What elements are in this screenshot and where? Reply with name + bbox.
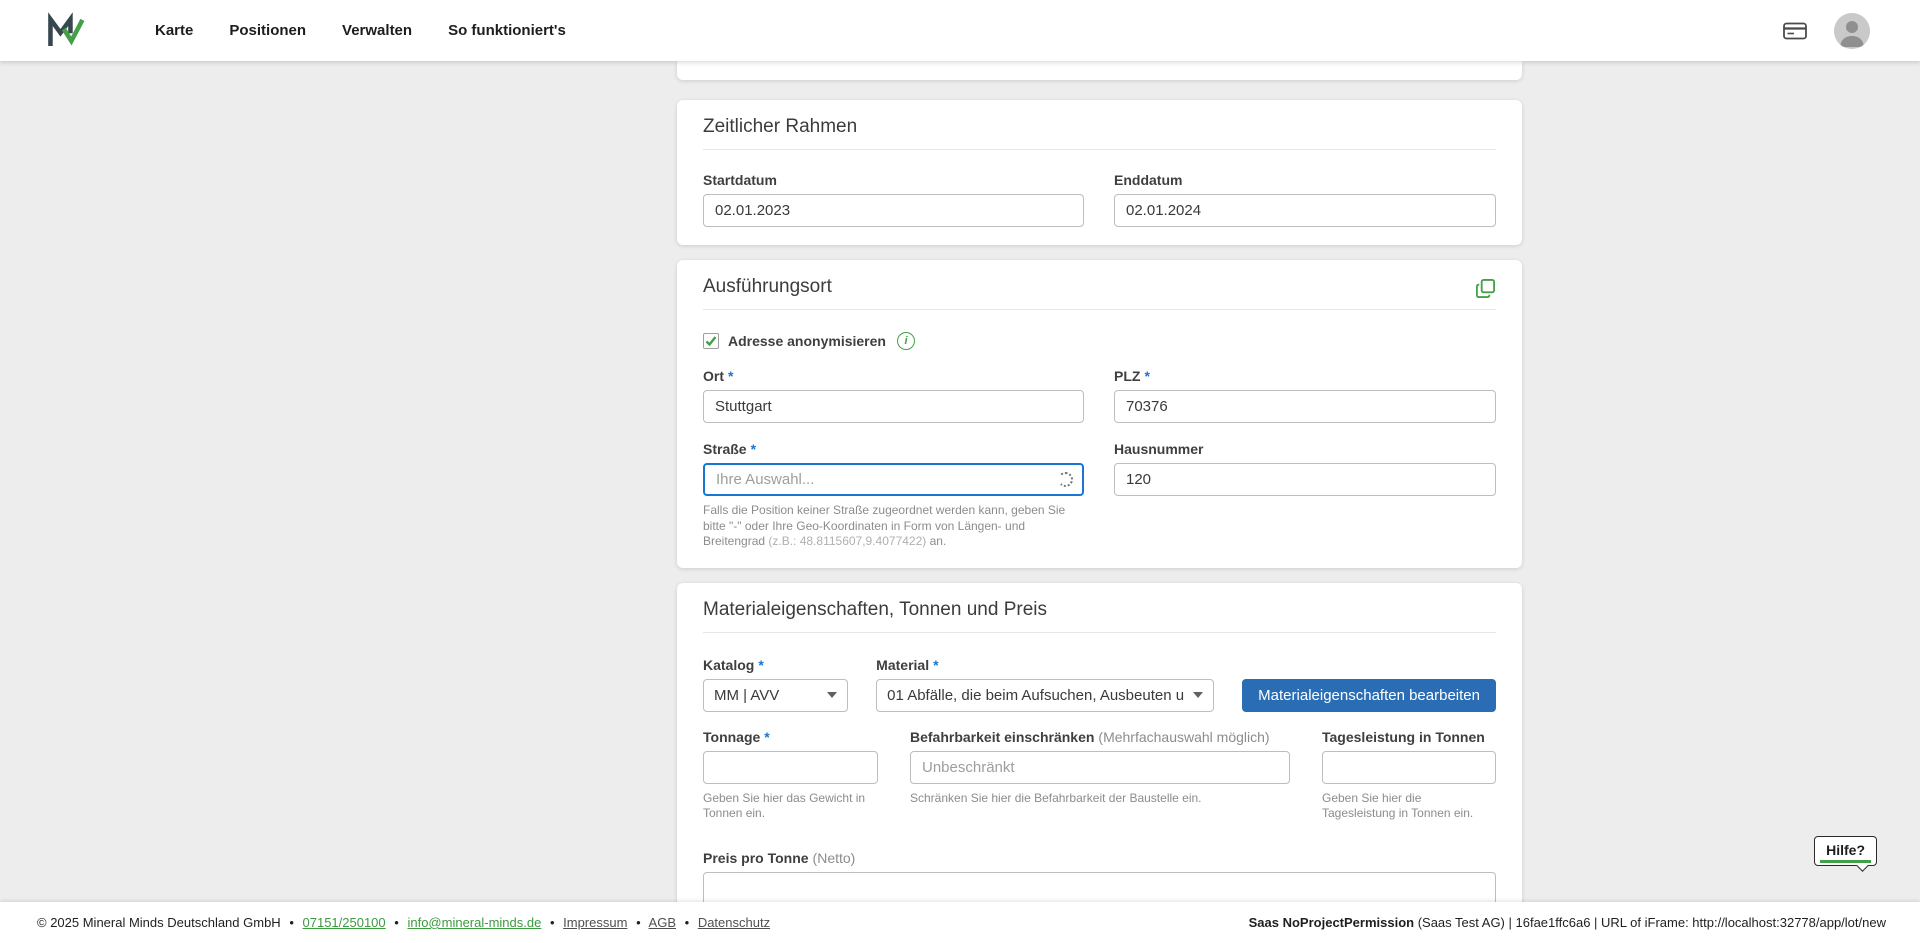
tonnage-label: Tonnage* bbox=[703, 729, 878, 746]
required-mark: * bbox=[1144, 368, 1149, 384]
hausnummer-input[interactable] bbox=[1114, 463, 1496, 496]
anonymize-checkbox[interactable] bbox=[703, 333, 719, 349]
strasse-hint: Falls die Position keiner Straße zugeord… bbox=[703, 503, 1075, 550]
enddatum-input[interactable] bbox=[1114, 194, 1496, 227]
main-navigation: Karte Positionen Verwalten So funktionie… bbox=[155, 22, 566, 39]
befahrbarkeit-label: Befahrbarkeit einschränken(Mehrfachauswa… bbox=[910, 729, 1290, 746]
billing-card-icon[interactable] bbox=[1782, 20, 1808, 42]
startdatum-input[interactable] bbox=[703, 194, 1084, 227]
ort-label: Ort* bbox=[703, 368, 1084, 385]
loading-spinner-icon bbox=[1058, 472, 1073, 487]
top-navbar: Karte Positionen Verwalten So funktionie… bbox=[0, 0, 1920, 61]
strasse-input-shell bbox=[703, 463, 1084, 496]
katalog-select[interactable]: MM | AVV bbox=[703, 679, 848, 712]
startdatum-field: Startdatum bbox=[703, 172, 1084, 227]
required-mark: * bbox=[751, 441, 756, 457]
plz-field: PLZ* bbox=[1114, 368, 1496, 423]
preis-field: Preis pro Tonne(Netto) bbox=[703, 850, 1496, 902]
chevron-down-icon bbox=[827, 692, 837, 698]
anonymize-label[interactable]: Adresse anonymisieren bbox=[728, 333, 886, 349]
footer-agb-link[interactable]: AGB bbox=[649, 915, 676, 930]
check-icon bbox=[705, 335, 717, 347]
anonymize-row: Adresse anonymisieren i bbox=[703, 332, 1496, 350]
nav-item-verwalten[interactable]: Verwalten bbox=[342, 22, 412, 39]
tagesleistung-field: Tagesleistung in Tonnen Geben Sie hier d… bbox=[1322, 729, 1496, 822]
preis-input[interactable] bbox=[703, 872, 1496, 902]
tagesleistung-input[interactable] bbox=[1322, 751, 1496, 784]
footer-left: © 2025 Mineral Minds Deutschland GmbH • … bbox=[37, 915, 770, 930]
required-mark: * bbox=[933, 657, 938, 673]
plz-input[interactable] bbox=[1114, 390, 1496, 423]
material-row-2: Tonnage* Geben Sie hier das Gewicht in T… bbox=[703, 729, 1496, 822]
footer-phone-link[interactable]: 07151/250100 bbox=[303, 915, 386, 930]
card-zeitlicher-rahmen: Zeitlicher Rahmen Startdatum Enddatum bbox=[677, 100, 1522, 245]
befahrbarkeit-field: Befahrbarkeit einschränken(Mehrfachauswa… bbox=[910, 729, 1290, 822]
befahrbarkeit-input[interactable] bbox=[910, 751, 1290, 784]
footer-environment-info: Saas NoProjectPermission (Saas Test AG) … bbox=[1249, 915, 1886, 930]
footer-impressum-link[interactable]: Impressum bbox=[563, 915, 627, 930]
required-mark: * bbox=[758, 657, 763, 673]
preis-label: Preis pro Tonne(Netto) bbox=[703, 850, 1496, 867]
footer-copyright: © 2025 Mineral Minds Deutschland GmbH bbox=[37, 915, 281, 930]
hausnummer-field: Hausnummer bbox=[1114, 441, 1496, 550]
ort-field: Ort* bbox=[703, 368, 1084, 423]
material-row-1: Katalog* MM | AVV Material* 01 Abfälle, … bbox=[703, 657, 1496, 712]
page-content: Zeitlicher Rahmen Startdatum Enddatum bbox=[0, 61, 1920, 902]
nav-item-karte[interactable]: Karte bbox=[155, 22, 193, 39]
tagesleistung-label: Tagesleistung in Tonnen bbox=[1322, 729, 1496, 746]
befahrbarkeit-hint: Schränken Sie hier die Befahrbarkeit der… bbox=[910, 791, 1290, 807]
strasse-label: Straße* bbox=[703, 441, 1084, 458]
card-title-materialeigenschaften: Materialeigenschaften, Tonnen und Preis bbox=[703, 599, 1496, 633]
edit-material-properties-button[interactable]: Materialeigenschaften bearbeiten bbox=[1242, 679, 1496, 712]
material-label: Material* bbox=[876, 657, 1214, 674]
navbar-right bbox=[1782, 13, 1870, 49]
nav-item-positionen[interactable]: Positionen bbox=[229, 22, 306, 39]
chevron-down-icon bbox=[1193, 692, 1203, 698]
footer: © 2025 Mineral Minds Deutschland GmbH • … bbox=[0, 902, 1920, 943]
hausnummer-label: Hausnummer bbox=[1114, 441, 1496, 458]
ort-input[interactable] bbox=[703, 390, 1084, 423]
startdatum-label: Startdatum bbox=[703, 172, 1084, 189]
app-logo[interactable] bbox=[45, 11, 85, 51]
required-mark: * bbox=[764, 729, 769, 745]
required-mark: * bbox=[728, 368, 733, 384]
material-field: Material* 01 Abfälle, die beim Aufsuchen… bbox=[876, 657, 1214, 712]
card-ausfuehrungsort: Ausführungsort Adresse anonymisieren i bbox=[677, 260, 1522, 568]
strasse-field: Straße* Falls die Position keiner Straße… bbox=[703, 441, 1084, 550]
card-title-zeitlicher-rahmen: Zeitlicher Rahmen bbox=[703, 116, 1496, 150]
mineral-minds-logo-icon bbox=[45, 11, 85, 51]
help-button[interactable]: Hilfe? bbox=[1814, 836, 1877, 866]
enddatum-label: Enddatum bbox=[1114, 172, 1496, 189]
strasse-input[interactable] bbox=[716, 471, 1058, 488]
card-materialeigenschaften: Materialeigenschaften, Tonnen und Preis … bbox=[677, 583, 1522, 902]
footer-datenschutz-link[interactable]: Datenschutz bbox=[698, 915, 770, 930]
user-avatar[interactable] bbox=[1834, 13, 1870, 49]
tonnage-input[interactable] bbox=[703, 751, 878, 784]
nav-item-so-funktionierts[interactable]: So funktioniert's bbox=[448, 22, 566, 39]
lot-form: Zeitlicher Rahmen Startdatum Enddatum bbox=[677, 61, 1522, 902]
tonnage-hint: Geben Sie hier das Gewicht in Tonnen ein… bbox=[703, 791, 878, 822]
previous-card-partial bbox=[677, 61, 1522, 80]
tonnage-field: Tonnage* Geben Sie hier das Gewicht in T… bbox=[703, 729, 878, 822]
tagesleistung-hint: Geben Sie hier die Tagesleistung in Tonn… bbox=[1322, 791, 1496, 822]
katalog-field: Katalog* MM | AVV bbox=[703, 657, 848, 712]
katalog-label: Katalog* bbox=[703, 657, 848, 674]
enddatum-field: Enddatum bbox=[1114, 172, 1496, 227]
material-select[interactable]: 01 Abfälle, die beim Aufsuchen, Ausbeute… bbox=[876, 679, 1214, 712]
info-icon[interactable]: i bbox=[897, 332, 915, 350]
footer-email-link[interactable]: info@mineral-minds.de bbox=[407, 915, 541, 930]
copy-icon[interactable] bbox=[1475, 278, 1496, 304]
card-title-ausfuehrungsort: Ausführungsort bbox=[703, 276, 1496, 310]
plz-label: PLZ* bbox=[1114, 368, 1496, 385]
